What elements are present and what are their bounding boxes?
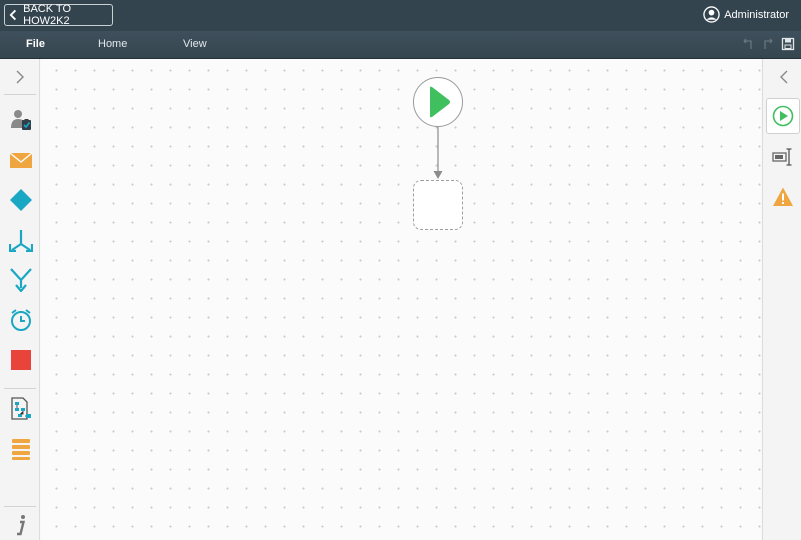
toolbox-divider — [4, 388, 36, 389]
merge-icon — [10, 268, 32, 292]
toolbox-divider — [4, 506, 36, 507]
end-tool[interactable] — [9, 348, 33, 372]
data-fields-icon — [12, 439, 30, 460]
empty-step-placeholder[interactable] — [413, 180, 463, 230]
user-menu[interactable]: Administrator — [703, 6, 789, 23]
menu-bar: File Home View — [0, 31, 801, 59]
email-icon — [9, 152, 33, 168]
user-task-tool[interactable] — [9, 108, 33, 132]
redo-icon[interactable] — [761, 37, 775, 51]
timer-tool[interactable] — [9, 308, 33, 332]
user-avatar-icon — [703, 6, 720, 23]
workflow-reference-tool[interactable] — [9, 397, 33, 421]
data-fields-tool[interactable] — [9, 437, 33, 461]
tab-home[interactable]: Home — [98, 38, 127, 50]
toolbox-divider — [4, 94, 36, 95]
start-properties-icon — [772, 105, 794, 127]
tab-view[interactable]: View — [183, 38, 207, 50]
toolbox-panel — [0, 59, 40, 540]
workflow-canvas[interactable] — [41, 59, 761, 540]
undo-icon[interactable] — [741, 37, 755, 51]
timer-icon — [11, 309, 31, 331]
info-tool[interactable] — [9, 513, 33, 537]
info-icon — [17, 515, 26, 536]
warnings-tab[interactable] — [766, 179, 800, 215]
user-task-icon — [11, 110, 31, 130]
email-tool[interactable] — [9, 148, 33, 172]
save-icon[interactable] — [781, 37, 795, 51]
start-node[interactable] — [413, 77, 463, 127]
field-properties-tab[interactable] — [766, 139, 800, 175]
menu-tools — [741, 37, 795, 51]
collapse-panel-icon[interactable] — [778, 69, 790, 85]
connector-line — [433, 127, 443, 179]
play-icon — [430, 86, 450, 118]
decision-tool[interactable] — [9, 188, 33, 212]
decision-icon — [10, 189, 32, 211]
merge-tool[interactable] — [9, 268, 33, 292]
user-name: Administrator — [724, 8, 789, 21]
back-button-label: BACK TO HOW2K2 — [23, 3, 72, 27]
split-tool[interactable] — [9, 228, 33, 252]
warning-icon — [773, 187, 793, 206]
expand-panel-icon[interactable] — [13, 69, 27, 85]
back-button[interactable]: BACK TO HOW2K2 — [4, 3, 113, 27]
start-properties-tab[interactable] — [766, 98, 800, 134]
workflow-reference-icon — [11, 397, 31, 420]
properties-panel — [762, 59, 801, 540]
split-icon — [9, 230, 33, 252]
end-icon — [11, 350, 31, 370]
top-bar: BACK TO HOW2K2 Administrator — [0, 0, 801, 31]
field-properties-icon — [772, 148, 792, 166]
tab-file[interactable]: File — [26, 38, 45, 50]
chevron-left-icon — [9, 9, 17, 21]
